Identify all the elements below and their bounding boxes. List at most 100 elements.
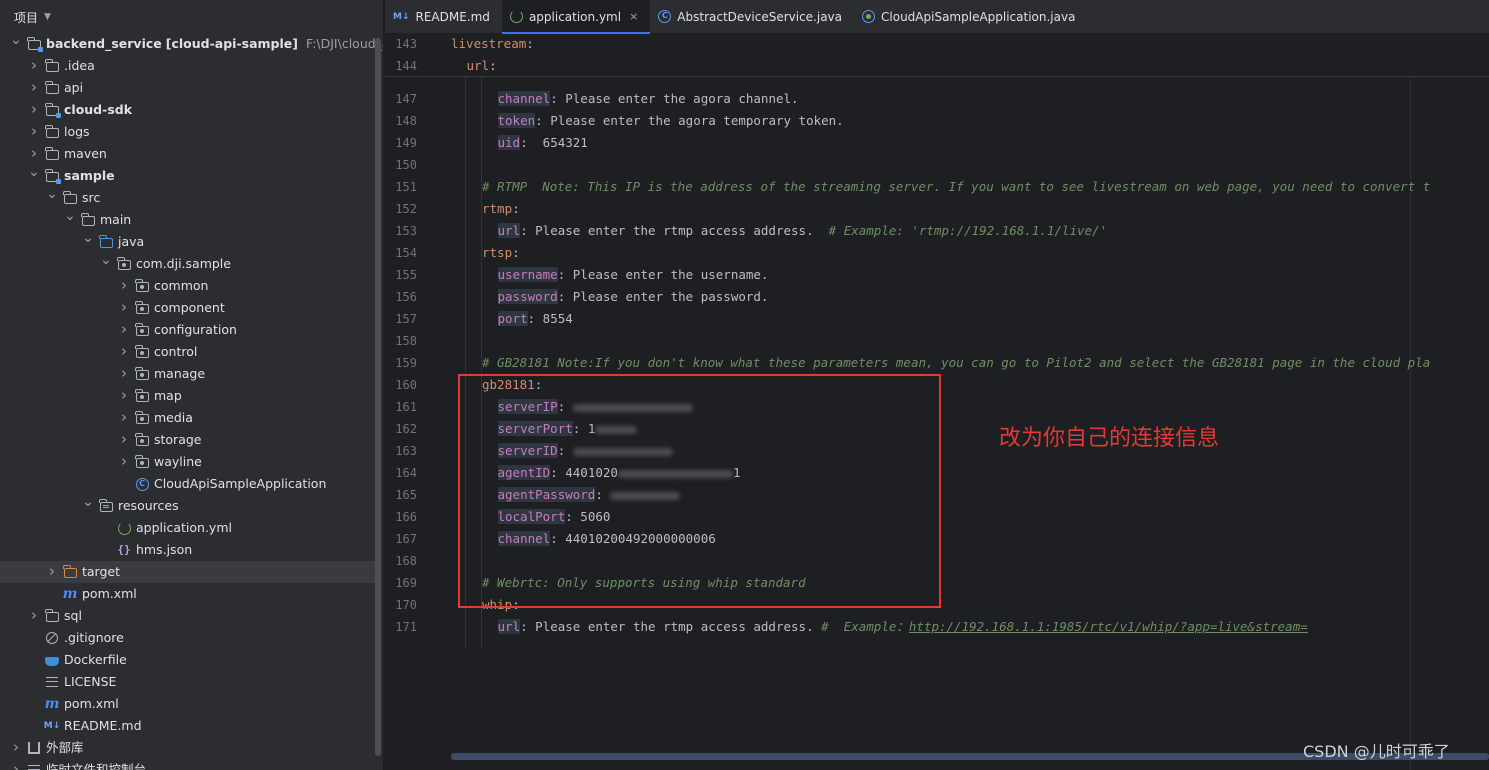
spring-class-icon <box>862 10 876 23</box>
tree-item[interactable]: .gitignore <box>0 627 378 649</box>
project-panel-header[interactable]: 项目 ▼ <box>0 0 383 34</box>
tree-item[interactable]: C CloudApiSampleApplication <box>0 473 378 495</box>
tree-item[interactable]: › .idea <box>0 55 378 77</box>
tree-item[interactable]: › 临时文件和控制台 <box>0 759 378 770</box>
tree-item[interactable]: › configuration <box>0 319 378 341</box>
chevron-right-icon[interactable]: › <box>118 340 130 362</box>
chevron-right-icon[interactable]: › <box>118 384 130 406</box>
yaml-key: uid <box>497 135 521 150</box>
package-icon <box>117 257 131 270</box>
tree-item-name: map <box>154 388 182 403</box>
chevron-right-icon[interactable]: › <box>118 318 130 340</box>
tree-item[interactable]: LICENSE <box>0 671 378 693</box>
chevron-down-icon[interactable]: ⌄ <box>82 491 94 513</box>
tree-item[interactable]: m pom.xml <box>0 693 378 715</box>
chevron-down-icon[interactable]: ▼ <box>44 12 51 22</box>
code-line[interactable]: uid: 654321 <box>497 132 588 154</box>
tree-item[interactable]: › sql <box>0 605 378 627</box>
package-icon <box>135 367 149 380</box>
tree-item[interactable]: › maven <box>0 143 378 165</box>
code-line[interactable]: rtmp: <box>482 198 520 220</box>
code-line[interactable]: username: Please enter the username. <box>497 264 768 286</box>
chevron-right-icon[interactable]: › <box>118 362 130 384</box>
tree-item[interactable]: › map <box>0 385 378 407</box>
tree-item[interactable]: Dockerfile <box>0 649 378 671</box>
tree-item-icon-wrap <box>135 433 149 447</box>
chevron-right-icon[interactable]: › <box>28 54 40 76</box>
tree-item-icon-wrap <box>135 345 149 359</box>
tree-item[interactable]: application.yml <box>0 517 378 539</box>
tree-item[interactable]: › control <box>0 341 378 363</box>
yaml-value: Please enter the agora temporary token. <box>550 113 844 128</box>
tree-item[interactable]: ⌄ backend_service [cloud-api-sample] F:\DJI… <box>0 32 383 55</box>
yaml-key: url <box>497 619 521 634</box>
tree-item[interactable]: › common <box>0 275 378 297</box>
editor-tab[interactable]: C AbstractDeviceService.java <box>650 0 854 33</box>
tree-item[interactable]: m pom.xml <box>0 583 378 605</box>
watermark: CSDN @儿时可乖了 <box>1303 742 1450 761</box>
tree-scrollbar[interactable] <box>375 38 381 756</box>
tree-item[interactable]: › 外部库 <box>0 737 378 759</box>
tree-item[interactable]: ⌄ com.dji.sample <box>0 252 378 275</box>
editor-tab[interactable]: application.yml × <box>501 0 651 34</box>
code-line[interactable]: rtsp: <box>482 242 520 264</box>
chevron-right-icon[interactable]: › <box>28 120 40 142</box>
code-line[interactable]: # RTMP Note: This IP is the address of t… <box>482 176 1430 198</box>
tree-item[interactable]: › api <box>0 77 378 99</box>
code-line[interactable]: token: Please enter the agora temporary … <box>497 110 844 132</box>
chevron-down-icon[interactable]: ⌄ <box>10 29 22 51</box>
chevron-right-icon[interactable]: › <box>118 450 130 472</box>
code-line[interactable]: livestream: <box>451 35 534 55</box>
chevron-down-icon[interactable]: ⌄ <box>82 227 94 249</box>
chevron-down-icon[interactable]: ⌄ <box>46 183 58 205</box>
tree-item[interactable]: › media <box>0 407 378 429</box>
tree-item[interactable]: › wayline <box>0 451 378 473</box>
line-number: 165 <box>395 488 417 502</box>
tree-item-icon-wrap: M↓ <box>44 719 61 733</box>
tree-item-icon-wrap <box>45 81 59 95</box>
chevron-down-icon[interactable]: ⌄ <box>64 205 76 227</box>
tree-item[interactable]: ⌄ src <box>0 186 378 209</box>
chevron-right-icon[interactable]: › <box>28 98 40 120</box>
chevron-down-icon[interactable]: ⌄ <box>28 161 40 183</box>
tree-item-label: resources <box>118 495 179 517</box>
chevron-right-icon[interactable]: › <box>28 604 40 626</box>
code-line[interactable]: password: Please enter the password. <box>497 286 768 308</box>
chevron-right-icon[interactable]: › <box>10 736 22 758</box>
chevron-right-icon[interactable]: › <box>118 274 130 296</box>
code-line[interactable]: url: Please enter the rtmp access addres… <box>497 220 1108 242</box>
tree-item[interactable]: ⌄ main <box>0 208 378 231</box>
tree-item[interactable]: › manage <box>0 363 378 385</box>
chevron-right-icon[interactable]: › <box>28 76 40 98</box>
chevron-right-icon[interactable]: › <box>10 758 22 770</box>
tree-item[interactable]: {} hms.json <box>0 539 378 561</box>
sticky-scroll-header[interactable]: 143 livestream: 144 url: <box>385 35 1489 77</box>
module-folder-icon <box>45 103 61 118</box>
chevron-down-icon[interactable]: ⌄ <box>100 249 112 271</box>
code-line[interactable]: # GB28181 Note:If you don't know what th… <box>482 352 1430 374</box>
yaml-comment: # Example: 'rtmp://192.168.1.1/live/' <box>828 223 1108 238</box>
editor-tab[interactable]: M↓ README.md <box>385 0 502 33</box>
line-number: 156 <box>395 290 417 304</box>
tree-item-name: 外部库 <box>46 740 84 755</box>
chevron-right-icon[interactable]: › <box>118 296 130 318</box>
markdown-file-icon: M↓ <box>43 721 61 731</box>
code-line[interactable]: port: 8554 <box>497 308 573 330</box>
tree-item[interactable]: ⌄ resources <box>0 494 378 517</box>
code-line[interactable]: url: Please enter the rtmp access addres… <box>497 616 1308 638</box>
chevron-right-icon[interactable]: › <box>118 428 130 450</box>
tree-item[interactable]: › component <box>0 297 378 319</box>
chevron-right-icon[interactable]: › <box>46 560 58 582</box>
close-icon[interactable]: × <box>629 10 638 23</box>
editor-tab[interactable]: CloudApiSampleApplication.java <box>854 0 1087 33</box>
tree-item[interactable]: › storage <box>0 429 378 451</box>
code-line[interactable]: channel: Please enter the agora channel. <box>497 88 799 110</box>
url-link[interactable]: http://192.168.1.1:1985/rtc/v1/whip/?app… <box>909 619 1308 634</box>
tree-item[interactable]: › logs <box>0 121 378 143</box>
tree-item[interactable]: › cloud-sdk <box>0 99 378 121</box>
chevron-right-icon[interactable]: › <box>118 406 130 428</box>
tree-item[interactable]: › target <box>0 561 378 583</box>
code-line[interactable]: url: <box>467 55 497 77</box>
tree-item[interactable]: M↓ README.md <box>0 715 378 737</box>
tree-item[interactable]: ⌄ java <box>0 230 378 253</box>
